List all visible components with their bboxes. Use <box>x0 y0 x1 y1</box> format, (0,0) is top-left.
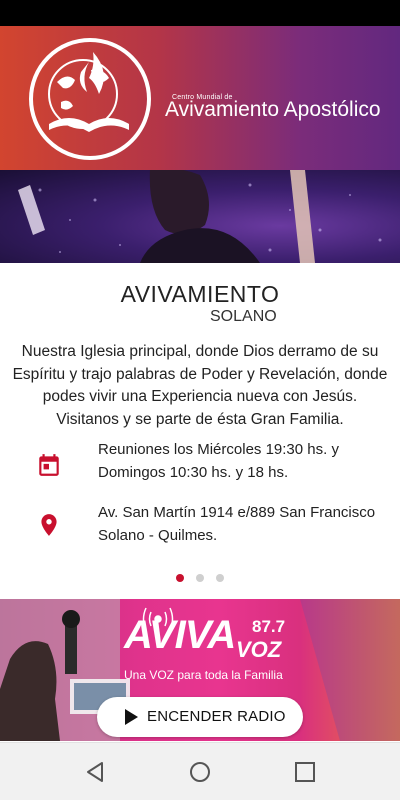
carousel-dot[interactable] <box>216 574 224 582</box>
church-logo <box>29 38 151 160</box>
back-triangle-icon[interactable] <box>82 759 108 785</box>
radio-frequency: 87.7 <box>252 617 286 636</box>
address-text: Av. San Martín 1914 e/889 San Francisco … <box>98 504 376 544</box>
recents-square-icon[interactable] <box>292 759 318 785</box>
turn-on-radio-button[interactable]: ENCENDER RADIO <box>97 697 303 737</box>
radio-logo-sub: VOZ <box>236 637 282 662</box>
globe-flame-book-icon <box>48 52 129 132</box>
church-description: Nuestra Iglesia principal, donde Dios de… <box>12 343 388 428</box>
header-banner: Centro Mundial de Avivamiento Apostólico <box>0 26 400 170</box>
carousel-indicator <box>0 574 400 584</box>
calendar-icon <box>39 454 59 476</box>
worship-photo <box>18 170 382 263</box>
location-pin-icon <box>41 514 57 536</box>
radio-logo: AVIVA <box>124 613 236 657</box>
turn-on-radio-label: ENCENDER RADIO <box>147 708 286 725</box>
carousel-dot-active[interactable] <box>176 574 184 582</box>
church-subtitle: SOLANO <box>210 308 277 325</box>
hero-photo <box>0 170 400 263</box>
home-circle-icon[interactable] <box>187 759 213 785</box>
radio-tagline: Una VOZ para toda la Familia <box>124 668 283 682</box>
carousel-dot[interactable] <box>196 574 204 582</box>
system-nav-bar <box>0 742 400 800</box>
church-title: AVIVAMIENTO <box>120 281 280 307</box>
org-name: Avivamiento Apostólico <box>165 98 381 121</box>
status-bar <box>0 0 400 26</box>
play-icon <box>125 709 138 725</box>
schedule-text: Reuniones los Miércoles 19:30 hs. y Domi… <box>98 441 339 481</box>
